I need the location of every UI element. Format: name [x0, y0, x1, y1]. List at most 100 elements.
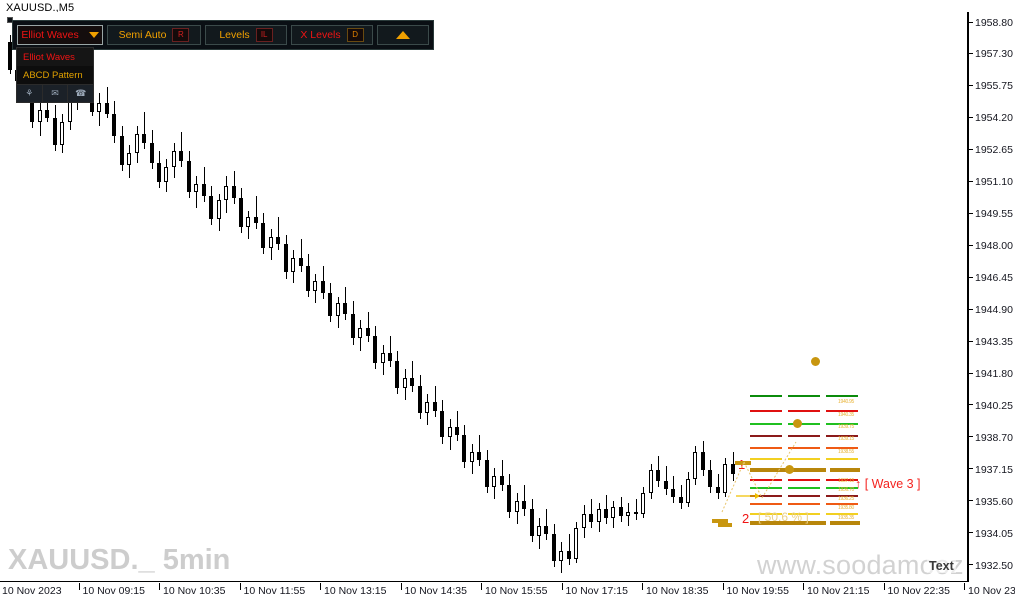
candle-body: [604, 509, 608, 518]
candle-body: [186, 161, 191, 192]
chart-plot-area[interactable]: 1940.95 1940.35 1939.75 1939.15 1938.55 1937.…: [0, 12, 968, 582]
symbol-watermark: XAUUSD._ 5min: [8, 544, 231, 576]
candle-body: [700, 451, 705, 471]
candle-body: [417, 385, 422, 413]
elliott-toolbar: Elliot Waves Semi Auto R Levels IL X Lev…: [12, 20, 434, 50]
semi-auto-button[interactable]: Semi Auto R: [107, 25, 201, 45]
candle-wick: [278, 216, 280, 250]
candle-body: [514, 501, 519, 512]
candle-body: [157, 163, 161, 182]
candle-body: [678, 497, 683, 504]
candle-body: [112, 113, 117, 137]
trading-chart-window: XAUUSD.,M5 1940.95 1940.35 1939.75 1939.15 1…: [0, 0, 1015, 605]
candle-body: [194, 183, 199, 192]
candle-body: [261, 222, 266, 248]
phone-icon[interactable]: ☎: [68, 85, 93, 102]
levels-shortcut-badge: IL: [255, 28, 273, 42]
candle-body: [469, 451, 474, 463]
candle-body: [574, 528, 579, 559]
candle-body: [507, 484, 512, 512]
candle-body: [45, 109, 50, 118]
candle-body: [685, 478, 690, 504]
x-levels-button[interactable]: X Levels D: [291, 25, 373, 45]
time-tick-mark: [642, 583, 643, 590]
dropdown-item-label: ABCD Pattern: [23, 69, 83, 81]
time-tick-mark: [561, 583, 563, 590]
caret-up-icon: [396, 31, 410, 39]
candle-body: [715, 486, 720, 493]
candle-body: [432, 402, 437, 411]
time-tick-mark: [239, 583, 241, 590]
candle-body: [60, 121, 65, 145]
collapse-toolbar-button[interactable]: [377, 25, 429, 45]
dropdown-icon-row: ⚘ ✉ ☎: [17, 84, 93, 102]
chevron-down-icon: [88, 32, 99, 38]
mail-icon[interactable]: ✉: [43, 85, 69, 102]
time-axis[interactable]: 10 Nov 2023 10 Nov 09:15 10 Nov 10:35 10 No…: [0, 583, 1015, 605]
price-tick: 1944.90: [968, 305, 1013, 315]
levels-button[interactable]: Levels IL: [205, 25, 287, 45]
candle-body: [52, 117, 57, 145]
candle-body: [544, 525, 549, 535]
candle-wick: [367, 311, 369, 343]
candle-body: [522, 501, 527, 510]
semi-auto-shortcut-badge: R: [172, 28, 190, 42]
candle-body: [536, 525, 541, 537]
time-tick-mark: [481, 583, 482, 590]
candle-wick: [300, 239, 302, 273]
time-tick-label: 10 Nov 09:15: [82, 585, 145, 597]
candle-body: [246, 216, 251, 228]
time-tick-mark: [78, 583, 80, 590]
candle-body: [224, 185, 229, 201]
candle-body: [723, 464, 728, 493]
candle-body: [395, 361, 400, 388]
candle-body: [119, 136, 124, 166]
candle-body: [104, 103, 109, 114]
candle-body: [97, 103, 102, 112]
candle-body: [499, 476, 504, 485]
time-tick-label: 10 Nov 19:55: [726, 585, 789, 597]
candle-body: [179, 150, 184, 162]
candle-body: [268, 237, 273, 248]
candle-body: [529, 509, 534, 537]
candle-wick: [546, 509, 548, 541]
price-tick: 1948.00: [968, 241, 1013, 251]
candle-body: [611, 507, 616, 518]
candle-body: [171, 150, 176, 168]
price-tick: 1957.30: [968, 49, 1013, 60]
candle-body: [708, 470, 713, 487]
candle-wick: [457, 410, 458, 442]
time-tick-mark: [400, 583, 402, 590]
mode-selector-button[interactable]: Elliot Waves: [17, 25, 103, 45]
time-tick-mark: [964, 583, 965, 590]
price-tick: 1943.35: [968, 337, 1013, 347]
time-tick-label: 10 Nov 17:15: [565, 585, 628, 597]
price-tick: 1952.65: [968, 145, 1013, 155]
dropdown-item-elliot-waves[interactable]: Elliot Waves: [17, 48, 93, 66]
candle-body: [298, 257, 303, 267]
dropdown-item-abcd-pattern[interactable]: ABCD Pattern: [17, 66, 93, 84]
price-tick: 1938.70: [968, 432, 1013, 443]
price-tick: 1934.05: [968, 528, 1013, 539]
candle-body: [283, 243, 288, 273]
candle-body: [306, 266, 310, 291]
price-tick: 1941.80: [968, 369, 1013, 379]
price-tick: 1949.55: [968, 209, 1013, 219]
candle-body: [149, 142, 154, 164]
price-axis[interactable]: 1958.80 1957.30 1955.75 1954.20 1952.65 1951.…: [968, 12, 1015, 582]
candle-wick: [181, 132, 183, 168]
print-icon[interactable]: ⚘: [17, 85, 43, 102]
time-tick-label: 10 Nov 22:35: [887, 585, 950, 597]
candle-body: [596, 509, 601, 522]
x-levels-shortcut-badge: D: [346, 28, 364, 42]
text-object-label[interactable]: Text: [927, 559, 956, 573]
candle-body: [671, 488, 676, 498]
candle-body: [656, 470, 661, 481]
candle-body: [626, 511, 631, 516]
x-levels-label: X Levels: [300, 28, 341, 41]
dropdown-item-label: Elliot Waves: [23, 51, 75, 63]
price-tick: 1935.60: [968, 496, 1013, 507]
candle-body: [142, 134, 147, 143]
candle-body: [410, 377, 415, 386]
candle-body: [559, 550, 564, 561]
